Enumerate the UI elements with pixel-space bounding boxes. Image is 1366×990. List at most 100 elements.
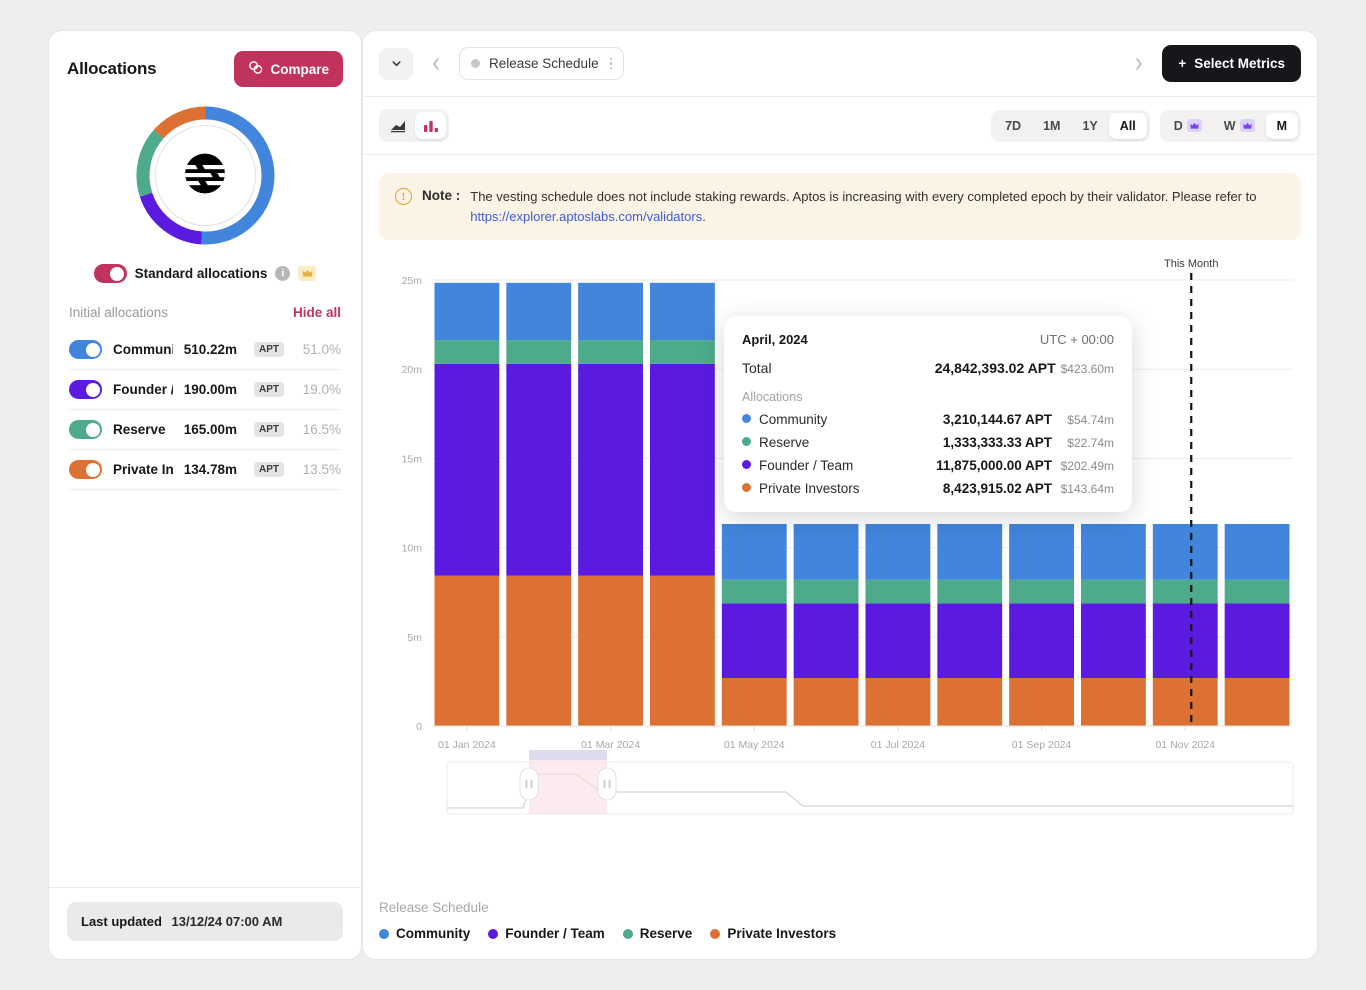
bar-segment[interactable] [866, 524, 931, 580]
bar-segment[interactable] [866, 678, 931, 726]
bar-segment[interactable] [650, 576, 715, 726]
validators-link[interactable]: https://explorer.aptoslabs.com/validator… [470, 209, 702, 224]
allocation-toggle[interactable] [69, 340, 102, 359]
allocation-toggle[interactable] [69, 380, 102, 399]
bar-segment[interactable] [1225, 524, 1290, 580]
range-button-1m[interactable]: 1M [1032, 113, 1071, 139]
allocation-amount: 190.00m [184, 382, 237, 397]
bar-segment[interactable] [578, 340, 643, 364]
bar-segment[interactable] [650, 283, 715, 340]
bar-segment[interactable] [866, 603, 931, 678]
legend-item[interactable]: Private Investors [710, 926, 836, 941]
bar-segment[interactable] [794, 603, 859, 678]
prev-tab-button[interactable] [423, 48, 449, 80]
legend-item[interactable]: Reserve [623, 926, 693, 941]
bar-segment[interactable] [1081, 678, 1146, 726]
bar-segment[interactable] [506, 364, 571, 576]
bar-segment[interactable] [435, 364, 500, 576]
bar-segment[interactable] [506, 340, 571, 364]
bar-segment[interactable] [866, 580, 931, 604]
allocation-name: Private Inve... [113, 462, 173, 477]
allocation-toggle[interactable] [69, 420, 102, 439]
bar-segment[interactable] [722, 524, 787, 580]
legend-item[interactable]: Founder / Team [488, 926, 605, 941]
tooltip-color-dot-icon [742, 483, 751, 492]
tab-release-schedule[interactable]: Release Schedule [459, 47, 624, 80]
bar-segment[interactable] [1153, 580, 1218, 604]
bar-segment[interactable] [1153, 524, 1218, 580]
allocation-amount: 134.78m [184, 462, 237, 477]
tooltip-total-label: Total [742, 360, 772, 376]
tooltip-total-value: 24,842,393.02 APT [935, 360, 1056, 376]
info-icon[interactable]: i [275, 266, 290, 281]
bar-segment[interactable] [578, 576, 643, 726]
bar-segment[interactable] [722, 603, 787, 678]
tooltip-series-name: Private Investors [759, 481, 860, 496]
allocation-toggle[interactable] [69, 460, 102, 479]
page-root: Allocations Compare [0, 0, 1366, 990]
bar-segment[interactable] [506, 576, 571, 726]
sidebar-header: Allocations Compare [49, 31, 361, 87]
brush-handle[interactable] [598, 768, 616, 800]
bar-segment[interactable] [435, 340, 500, 364]
standard-allocations-toggle[interactable] [94, 264, 127, 283]
bar-segment[interactable] [1009, 603, 1074, 678]
bar-segment[interactable] [794, 524, 859, 580]
bar-segment[interactable] [937, 524, 1002, 580]
compare-button[interactable]: Compare [234, 51, 343, 87]
bar-segment[interactable] [794, 678, 859, 726]
bar-segment[interactable] [722, 678, 787, 726]
bar-segment[interactable] [1081, 580, 1146, 604]
allocation-unit: APT [254, 422, 284, 437]
bar-segment[interactable] [1225, 580, 1290, 604]
bar-segment[interactable] [650, 340, 715, 364]
y-axis-tick: 20m [402, 364, 423, 376]
legend-item[interactable]: Community [379, 926, 470, 941]
standard-allocations-label: Standard allocations [135, 266, 268, 281]
bar-segment[interactable] [650, 364, 715, 576]
bar-segment[interactable] [794, 580, 859, 604]
crown-icon[interactable] [298, 266, 316, 281]
range-button-7d[interactable]: 7D [994, 113, 1032, 139]
bar-segment[interactable] [937, 678, 1002, 726]
brush-handle[interactable] [520, 768, 538, 800]
allocation-unit: APT [254, 342, 284, 357]
bar-segment[interactable] [578, 283, 643, 340]
range-button-1y[interactable]: 1Y [1071, 113, 1108, 139]
bar-segment[interactable] [1153, 678, 1218, 726]
interval-button-w[interactable]: W [1213, 113, 1266, 139]
chart-legend: Release Schedule CommunityFounder / Team… [363, 890, 1317, 959]
range-brush[interactable] [447, 750, 1293, 814]
bar-segment[interactable] [435, 283, 500, 340]
tooltip-color-dot-icon [742, 437, 751, 446]
bar-segment[interactable] [937, 603, 1002, 678]
next-tab-button[interactable] [1126, 48, 1152, 80]
legend-color-dot-icon [379, 929, 389, 939]
kebab-menu-icon[interactable] [610, 58, 613, 70]
chevron-down-icon[interactable] [379, 48, 413, 80]
bar-segment[interactable] [506, 283, 571, 340]
bar-segment[interactable] [1225, 603, 1290, 678]
note-text-before: The vesting schedule does not include st… [470, 189, 1256, 204]
bar-segment[interactable] [1153, 603, 1218, 678]
bar-segment[interactable] [1009, 678, 1074, 726]
bar-chart-icon[interactable] [415, 112, 446, 139]
bar-segment[interactable] [578, 364, 643, 576]
bar-segment[interactable] [1009, 524, 1074, 580]
interval-button-m[interactable]: M [1266, 113, 1298, 139]
bar-segment[interactable] [435, 576, 500, 726]
bar-segment[interactable] [1081, 524, 1146, 580]
interval-button-d[interactable]: D [1163, 113, 1213, 139]
bar-segment[interactable] [1225, 678, 1290, 726]
tooltip-timezone: UTC + 00:00 [1040, 332, 1114, 347]
bar-segment[interactable] [1009, 580, 1074, 604]
bar-segment[interactable] [722, 580, 787, 604]
area-chart-icon[interactable] [382, 112, 413, 139]
hide-all-button[interactable]: Hide all [293, 305, 341, 320]
range-button-label: 7D [1005, 119, 1021, 133]
bar-segment[interactable] [1081, 603, 1146, 678]
select-metrics-button[interactable]: + Select Metrics [1162, 45, 1301, 82]
bar-segment[interactable] [937, 580, 1002, 604]
range-button-all[interactable]: All [1109, 113, 1147, 139]
allocation-row: Founder / Te...190.00mAPT19.0% [69, 370, 341, 410]
